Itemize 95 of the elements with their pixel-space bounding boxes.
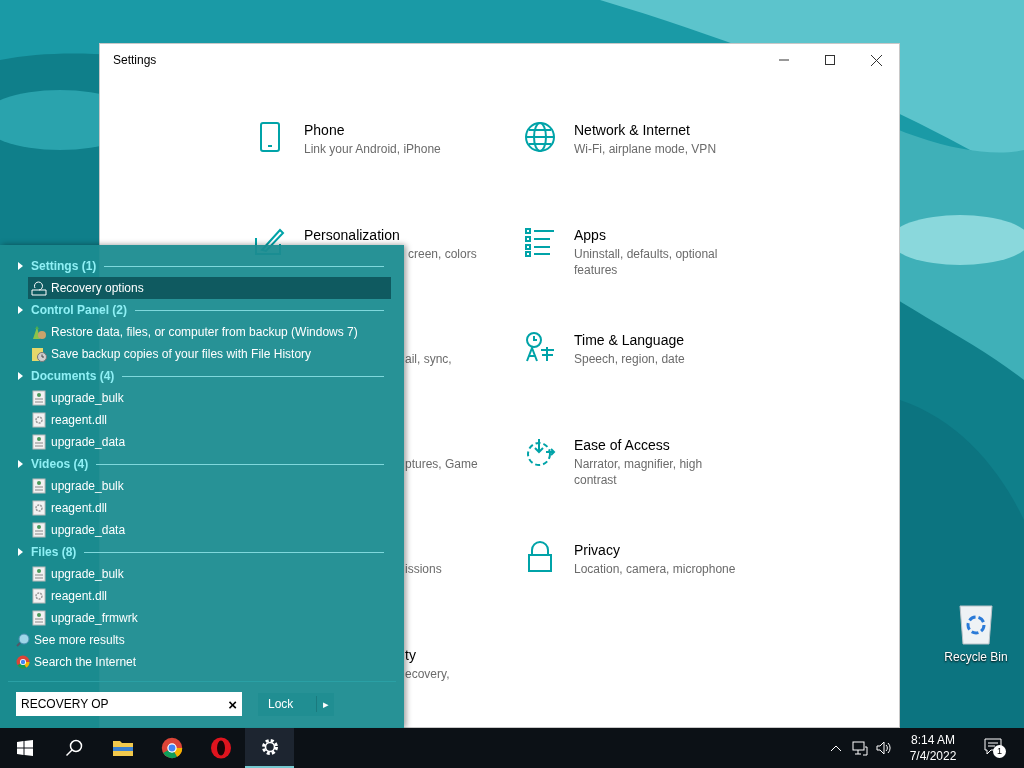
- document-icon: [32, 434, 46, 450]
- expand-arrow-icon[interactable]: [18, 262, 23, 270]
- globe-icon: [524, 121, 556, 153]
- notification-badge: 1: [993, 745, 1006, 758]
- notification-icon[interactable]: [984, 737, 1002, 755]
- gear-file-icon: [32, 500, 46, 516]
- clock-language-icon: [524, 331, 556, 363]
- expand-arrow-icon[interactable]: [18, 460, 23, 468]
- result-label: reagent.dll: [51, 500, 108, 517]
- search-field[interactable]: RECOVERY OP ×: [16, 692, 242, 716]
- search-icon: [16, 633, 30, 647]
- speaker-icon[interactable]: [876, 740, 892, 756]
- section-header: Control Panel (2): [31, 302, 127, 319]
- result-label: upgrade_bulk: [51, 478, 124, 495]
- lock-button[interactable]: Lock ▸: [258, 692, 334, 716]
- result-label: upgrade_data: [51, 522, 126, 539]
- result-label: upgrade_bulk: [51, 390, 124, 407]
- result-item[interactable]: Restore data, files, or computer from backup (Windows 7): [28, 321, 391, 343]
- result-label: Recovery options: [51, 280, 144, 297]
- section-header: Files (8): [31, 544, 77, 561]
- tile-title[interactable]: Privacy: [574, 541, 744, 559]
- gear-file-icon: [32, 412, 46, 428]
- tile-subtitle: Link your Android, iPhone: [304, 141, 442, 157]
- tile-subtitle: ptures, Game: [405, 456, 479, 472]
- tile-title[interactable]: ty: [405, 646, 524, 664]
- search-icon: [64, 739, 83, 757]
- window-title: Settings: [113, 52, 158, 69]
- taskbar-button[interactable]: [245, 728, 294, 768]
- document-icon: [32, 566, 46, 582]
- tile-subtitle: Uninstall, defaults, optional features: [574, 246, 719, 278]
- result-label: Save backup copies of your files with File History: [51, 346, 312, 363]
- result-item[interactable]: upgrade_bulk: [28, 563, 391, 585]
- tile-subtitle: Wi-Fi, airplane mode, VPN: [574, 141, 718, 157]
- tile-title[interactable]: Apps: [574, 226, 744, 244]
- close-icon[interactable]: [870, 54, 882, 66]
- tile-subtitle: Speech, region, date: [574, 351, 686, 367]
- result-item[interactable]: upgrade_data: [28, 431, 391, 453]
- tile-title[interactable]: Phone: [304, 121, 474, 139]
- tile-subtitle: Location, camera, microphone: [574, 561, 737, 577]
- chevron-up-icon[interactable]: [830, 744, 842, 752]
- result-item[interactable]: reagent.dll: [28, 585, 391, 607]
- result-item[interactable]: reagent.dll: [28, 409, 391, 431]
- search-link[interactable]: Search the Internet: [34, 653, 137, 671]
- section-header: Documents (4): [31, 368, 115, 385]
- restore-icon: [31, 324, 47, 340]
- opera-icon: [209, 737, 232, 759]
- document-icon: [32, 610, 46, 626]
- tile-subtitle: Narrator, magnifier, high contrast: [574, 456, 704, 488]
- result-item[interactable]: upgrade_data: [28, 519, 391, 541]
- tile-title[interactable]: Time & Language: [574, 331, 744, 349]
- document-icon: [32, 390, 46, 406]
- search-link[interactable]: See more results: [34, 631, 125, 649]
- section-header: Settings (1): [31, 258, 97, 275]
- clock-time[interactable]: 8:14 AM: [911, 732, 955, 748]
- folder-icon: [111, 738, 134, 758]
- document-icon: [32, 522, 46, 538]
- result-item[interactable]: reagent.dll: [28, 497, 391, 519]
- result-item[interactable]: upgrade_frmwrk: [28, 607, 391, 629]
- clock-date[interactable]: 7/4/2022: [909, 748, 957, 764]
- gear-icon: [259, 737, 280, 757]
- network-icon[interactable]: [852, 740, 868, 756]
- gear-file-icon: [32, 588, 46, 604]
- tile-title[interactable]: Ease of Access: [574, 436, 744, 454]
- section-header: Videos (4): [31, 456, 89, 473]
- result-label: upgrade_data: [51, 434, 126, 451]
- expand-arrow-icon[interactable]: [18, 372, 23, 380]
- expand-arrow-icon[interactable]: [18, 548, 23, 556]
- list-icon: [524, 226, 556, 258]
- tile-subtitle: issions: [405, 561, 443, 577]
- result-label: reagent.dll: [51, 588, 108, 605]
- lock-icon: [526, 541, 554, 573]
- windows-logo-icon: [16, 740, 33, 756]
- expand-arrow-icon[interactable]: [18, 306, 23, 314]
- result-label: Restore data, files, or computer from backup (Windows 7): [51, 324, 358, 341]
- arrow-button[interactable]: ▸: [316, 695, 334, 713]
- result-label: upgrade_bulk: [51, 566, 124, 583]
- dashed-circle-icon: [524, 436, 556, 468]
- chrome-icon: [16, 655, 30, 669]
- chrome-icon: [160, 737, 183, 759]
- desktop-icon-label[interactable]: Recycle Bin: [944, 648, 1008, 666]
- result-item[interactable]: Recovery options: [28, 277, 391, 299]
- tile-title[interactable]: Network & Internet: [574, 121, 744, 139]
- clear-button[interactable]: ×: [228, 696, 237, 712]
- result-item[interactable]: Save backup copies of your files with File History: [28, 343, 391, 365]
- tile-subtitle: ecovery,: [405, 666, 451, 682]
- drive-refresh-icon: [31, 280, 47, 296]
- result-item[interactable]: upgrade_bulk: [28, 387, 391, 409]
- tile-subtitle: ail, sync,: [405, 351, 453, 367]
- result-label: upgrade_frmwrk: [51, 610, 138, 627]
- document-icon: [32, 478, 46, 494]
- result-label: reagent.dll: [51, 412, 108, 429]
- maximize-icon[interactable]: [825, 55, 835, 65]
- result-item[interactable]: upgrade_bulk: [28, 475, 391, 497]
- tile-title[interactable]: Personalization: [304, 226, 474, 244]
- folder-clock-icon: [31, 346, 47, 362]
